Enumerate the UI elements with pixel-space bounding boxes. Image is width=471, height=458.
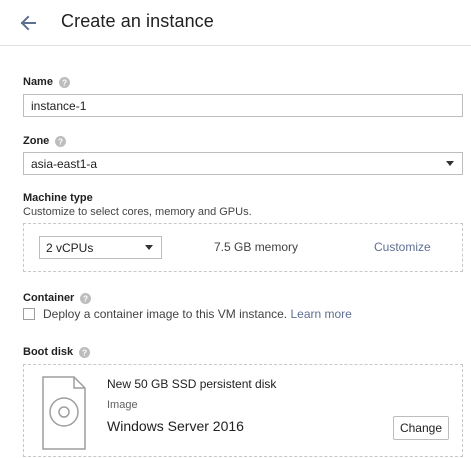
help-icon[interactable]: ?	[80, 292, 92, 304]
name-label: Name ?	[23, 76, 70, 88]
customize-link[interactable]: Customize	[374, 240, 431, 254]
help-icon[interactable]: ?	[58, 76, 70, 88]
page-title: Create an instance	[61, 11, 214, 31]
chevron-down-icon	[145, 245, 153, 250]
learn-more-link[interactable]: Learn more	[290, 307, 351, 321]
container-label: Container ?	[23, 292, 92, 304]
help-icon[interactable]: ?	[55, 135, 67, 147]
help-icon[interactable]: ?	[79, 346, 91, 358]
disk-icon	[42, 376, 86, 450]
name-input[interactable]: instance-1	[23, 94, 463, 117]
container-checkbox-label: Deploy a container image to this VM inst…	[43, 307, 352, 321]
svg-text:?: ?	[62, 78, 67, 87]
container-checkbox[interactable]	[23, 308, 35, 320]
machine-type-description: Customize to select cores, memory and GP…	[23, 206, 252, 218]
image-label: Image	[107, 399, 138, 411]
svg-text:?: ?	[83, 294, 88, 303]
machine-type-label: Machine type	[23, 192, 93, 204]
change-button[interactable]: Change	[393, 416, 449, 440]
back-button[interactable]	[14, 9, 42, 37]
cpu-select[interactable]: 2 vCPUs	[39, 236, 162, 259]
svg-text:?: ?	[82, 348, 87, 357]
zone-select[interactable]: asia-east1-a	[23, 152, 463, 175]
chevron-down-icon	[446, 161, 454, 166]
arrow-left-icon	[20, 15, 36, 31]
boot-disk-label: Boot disk ?	[23, 346, 91, 358]
image-name: Windows Server 2016	[107, 418, 244, 434]
disk-summary: New 50 GB SSD persistent disk	[107, 377, 277, 391]
memory-value: 7.5 GB memory	[214, 240, 299, 254]
zone-label: Zone ?	[23, 135, 67, 147]
svg-text:?: ?	[58, 137, 63, 146]
page-header: Create an instance	[0, 0, 471, 46]
